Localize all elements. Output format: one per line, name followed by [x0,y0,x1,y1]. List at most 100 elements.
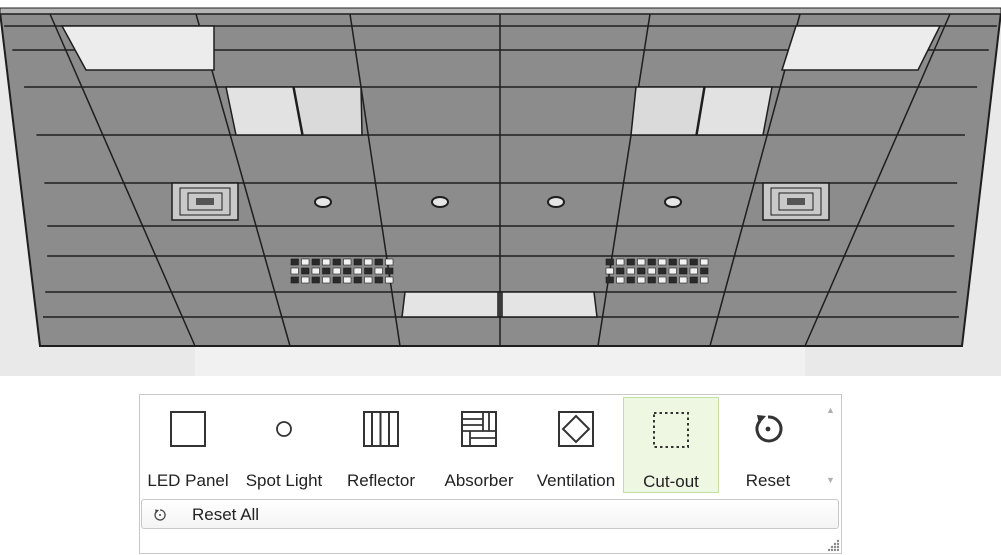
ventilation-icon [558,411,594,447]
reflector-cell [616,276,625,284]
cut-out-tool[interactable]: Cut-out [623,397,719,493]
reflector-cell [332,276,341,284]
led-panel-4 [696,86,773,136]
reflector-cell [689,267,698,275]
ribbon-tool-gallery: LED Panel Spot Light Reflector Absorber … [140,395,820,495]
reflector-cell [679,258,688,266]
reflector-cell [637,267,646,275]
reflector-cell [322,258,331,266]
reflector-cell [647,258,656,266]
reflector-cell [374,267,383,275]
tool-label: Reflector [346,471,416,490]
reflector-cell [689,276,698,284]
ventilation-diffuser-left [171,182,239,221]
ceiling-3d-render [0,0,1001,376]
scroll-up-icon[interactable]: ▲ [826,405,835,415]
tool-label: Reset [745,471,791,490]
reflector-cell [700,258,709,266]
ceiling-frame [0,7,1001,15]
ventilation-tool[interactable]: Ventilation [528,397,624,493]
reflector-cell [301,258,310,266]
reflector-cell [637,276,646,284]
reflector-cell [374,258,383,266]
reset-icon [755,415,783,443]
reflector-cell [301,276,310,284]
scroll-down-icon[interactable]: ▼ [826,475,835,485]
reflector-cell [301,267,310,275]
reflector-cell [353,276,362,284]
gallery-scrollbar[interactable]: ▲ ▼ [820,395,841,495]
reflector-icon [363,411,399,447]
reflector-cell [311,276,320,284]
led-panel-6 [501,291,598,318]
absorber-icon [461,411,497,447]
reflector-cell [647,267,656,275]
reflector-cell [322,276,331,284]
reflector-cell [343,276,352,284]
tool-label: LED Panel [147,471,229,490]
led-panel-1 [225,86,303,136]
reflector-cell [647,276,656,284]
reset-icon [154,509,166,521]
reflector-cell [658,267,667,275]
reset-tool[interactable]: Reset [720,397,816,493]
reflector-cell [364,276,373,284]
reflector-cell [658,276,667,284]
reflector-cell [290,267,299,275]
reflector-cell [679,267,688,275]
absorber-tool[interactable]: Absorber [431,397,527,493]
reflector-cell [616,258,625,266]
spot-light-tool[interactable]: Spot Light [237,397,331,493]
tool-label: Ventilation [536,471,616,490]
led-panel-tool[interactable]: LED Panel [142,397,234,493]
reflector-cell [311,267,320,275]
reflector-cell [668,267,677,275]
reflector-cell [385,267,394,275]
reflector-cell [668,258,677,266]
ceiling-3d-viewport[interactable] [0,0,1001,376]
reflector-cell [343,267,352,275]
resize-grip-icon[interactable] [826,538,840,552]
led-panel-5 [401,291,499,318]
reflector-cell [679,276,688,284]
reflector-cell [332,258,341,266]
reflector-cell [700,267,709,275]
reflector-cell [353,258,362,266]
reflector-cell [290,258,299,266]
reflector-cell [605,276,614,284]
reflector-cell [374,276,383,284]
reflector-cell [616,267,625,275]
skylight-right [780,25,942,71]
reflector-cell [343,258,352,266]
tool-label: Cut-out [643,472,699,491]
reflector-cell [605,258,614,266]
reset-all-button[interactable]: Reset All [141,499,839,529]
reflector-cell [658,258,667,266]
reflector-cell [689,258,698,266]
reflector-cell [332,267,341,275]
reflector-cell [290,276,299,284]
tool-label: Spot Light [245,471,323,490]
led-panel-2 [293,86,363,136]
reflector-tool[interactable]: Reflector [333,397,429,493]
reflector-cell [626,276,635,284]
cut-out-icon [653,412,689,448]
reflector-cell [353,267,362,275]
led-panel-3 [630,86,705,136]
reflector-cell [322,267,331,275]
ventilation-diffuser-right [762,182,830,221]
reflector-cell [637,258,646,266]
led-panel-icon [170,411,206,447]
spot-light-icon [276,421,292,437]
reflector-cell [364,267,373,275]
reflector-cell [700,276,709,284]
reflector-cell [311,258,320,266]
reflector-cell [385,258,394,266]
tool-label: Absorber [444,471,514,490]
reflector-cell [605,267,614,275]
back-wall [195,346,805,376]
reset-all-label: Reset All [192,505,260,524]
skylight-left [60,25,215,71]
ceiling-tools-ribbon: LED Panel Spot Light Reflector Absorber … [139,394,842,554]
reflector-cell [364,258,373,266]
